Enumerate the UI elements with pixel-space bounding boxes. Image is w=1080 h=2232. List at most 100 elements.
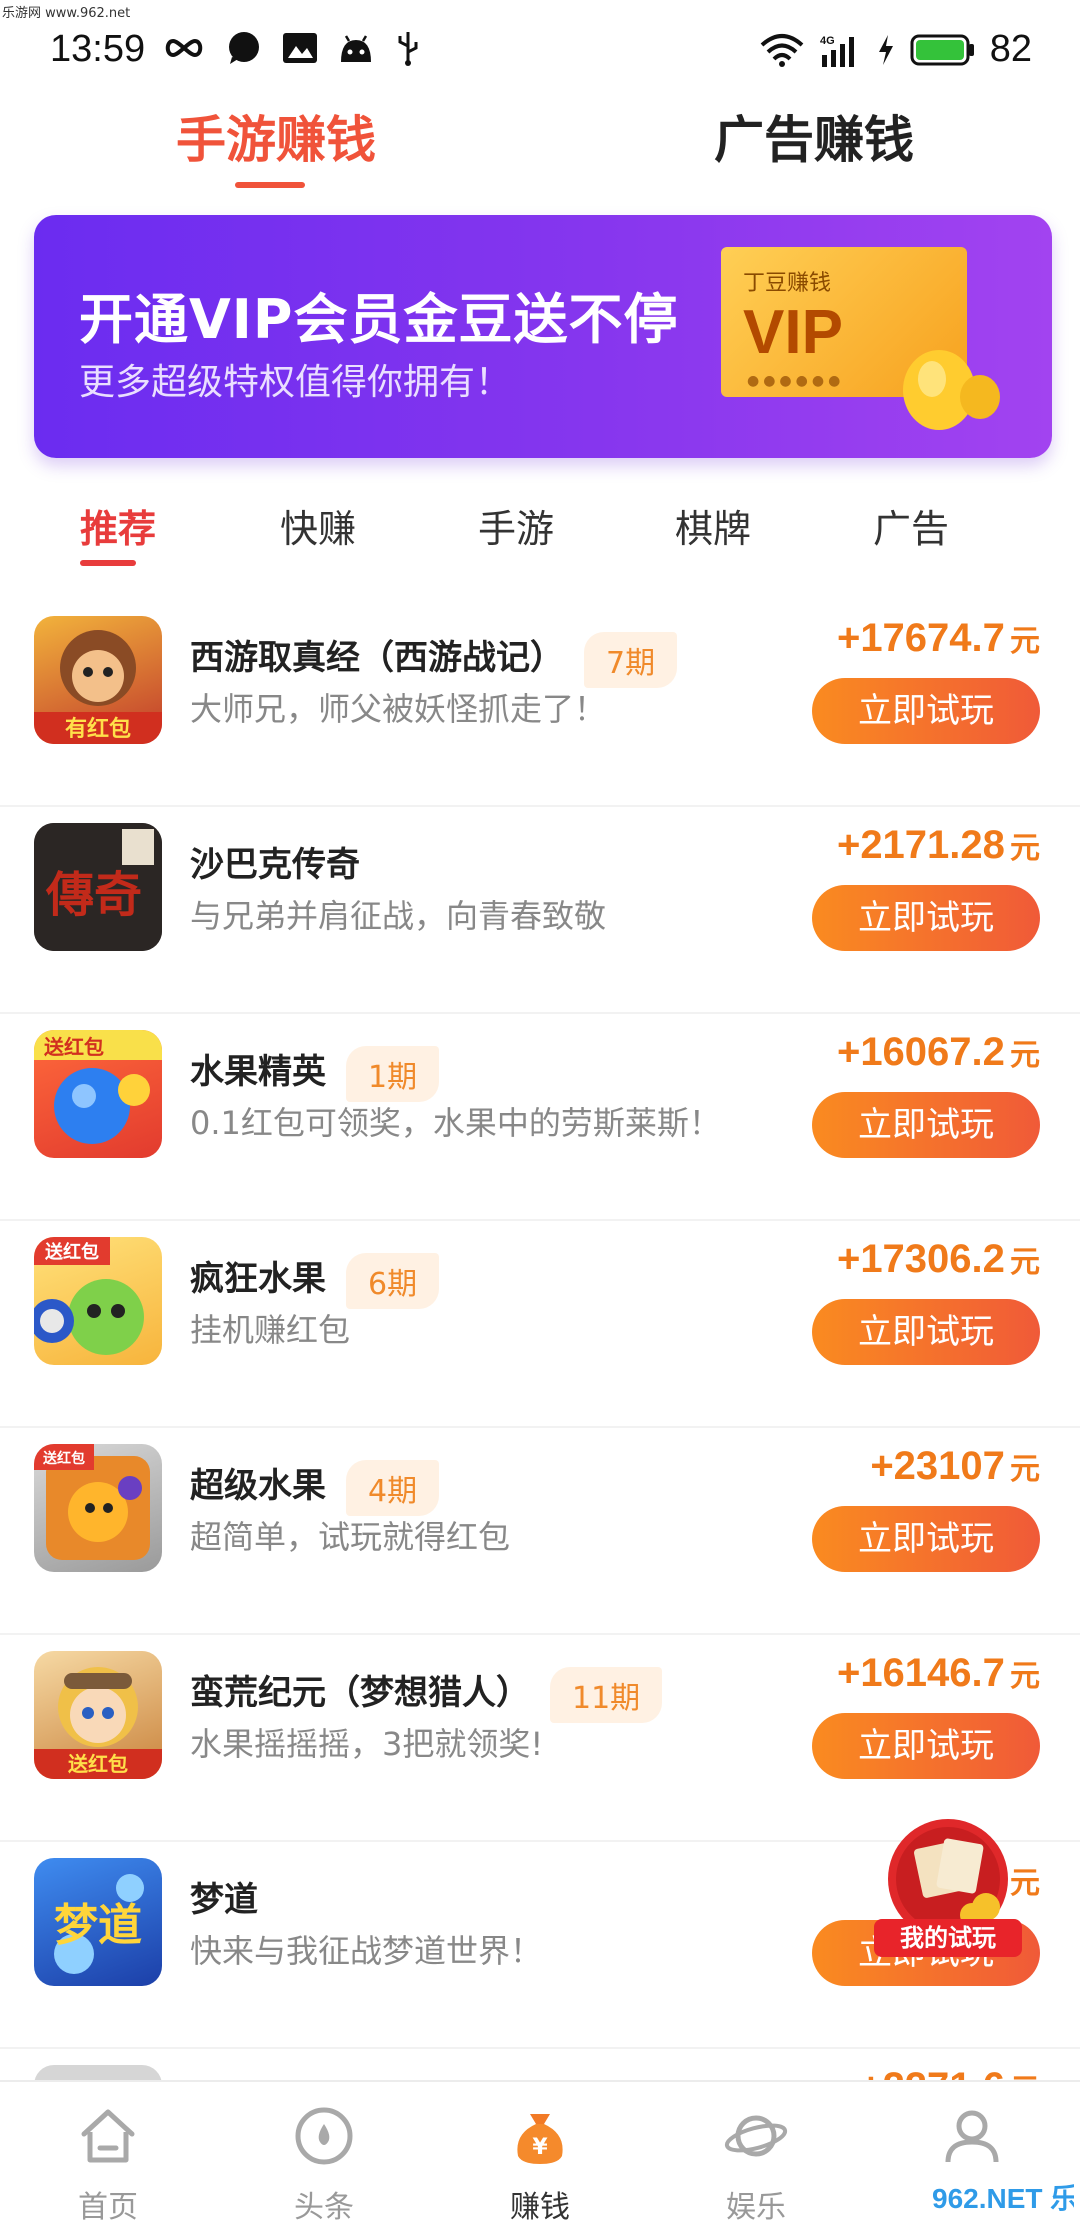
tab-card-games[interactable]: 棋牌 [675,498,751,553]
planet-icon [724,2115,788,2157]
game-description: 与兄弟并肩征战，向青春致敬 [190,897,607,935]
status-bar: 13:59 4G 82 [0,0,1080,100]
game-icon-shabake: 傳奇 [34,823,162,951]
network-type-label: 4G [820,35,835,47]
period-badge: 11期 [550,1666,663,1723]
battery-icon [910,34,974,65]
reward-value: +2171.28 [836,823,1005,867]
tab-ads[interactable]: 广告 [873,498,949,553]
game-list-item[interactable]: 送红包 超级水果 4期 超简单，试玩就得红包 +23107 元 立即试玩 [0,1428,1080,1635]
top-tab-bar: 手游赚钱 广告赚钱 [0,100,1080,200]
tab-mobile-game-earn[interactable]: 手游赚钱 [176,100,376,172]
nav-headlines[interactable]: 头条 [216,2082,432,2232]
game-name: 超级水果 4期 [190,1458,440,1516]
site-watermark-logo: 962.NET 乐游网 [924,2176,1074,2222]
game-name: 疯狂水果 6期 [190,1251,440,1309]
game-name: 西游取真经（西游战记） 7期 [190,630,678,688]
game-name: 水果精英 1期 [190,1044,440,1102]
banner-title: 开通VIP会员金豆送不停 [79,288,679,351]
try-now-button[interactable]: 立即试玩 [812,678,1040,744]
game-description: 大师兄，师父被妖怪抓走了！ [190,690,607,728]
android-icon [341,35,371,62]
try-now-button[interactable]: 立即试玩 [812,1713,1040,1779]
game-description: 快来与我征战梦道世界！ [190,1932,543,1970]
game-list-item[interactable]: 傳奇 沙巴克传奇 与兄弟并肩征战，向青春致敬 +2171.28 元 立即试玩 [0,807,1080,1014]
vip-card-dots: ●●●●●● [747,373,845,389]
reward-value: +17306.2 [836,1237,1005,1281]
reward-amount: +2171.28 元 [837,823,1040,868]
reward-unit: 元 [1010,1659,1040,1694]
game-icon-mengdao: 梦道 [34,1858,162,1986]
game-title: 水果精英 [190,1052,326,1092]
period-badge: 7期 [584,631,678,688]
system-icons: 4G 82 [760,28,1032,71]
reward-amount: +17674.7 元 [837,616,1040,661]
game-list-item[interactable]: 有红包 西游取真经（西游战记） 7期 大师兄，师父被妖怪抓走了！ +17674.7… [0,600,1080,807]
game-name: 蛮荒纪元（梦想猎人） 11期 [190,1665,663,1723]
vip-card-text: VIP [743,298,843,367]
period-badge: 6期 [346,1252,440,1309]
notification-icons [162,30,422,66]
reward-value: +17674.7 [836,616,1005,660]
reward-amount: +16067.2 元 [837,1030,1040,1075]
tab-quick-earn[interactable]: 快赚 [280,498,356,553]
nav-earn-money-label: 赚钱 [510,2190,570,2225]
category-tab-bar: 推荐 快赚 手游 棋牌 广告 [0,498,1080,568]
category-tab-indicator [80,560,136,566]
nav-home[interactable]: 首页 [0,2082,216,2232]
game-title: 疯狂水果 [190,1259,326,1299]
chat-bubble-icon [229,32,259,64]
game-description: 超简单，试玩就得红包 [190,1518,511,1556]
tab-mobile-games[interactable]: 手游 [478,498,554,553]
infinity-icon [165,38,203,58]
game-list-item[interactable]: 送红包 水果精英 1期 0.1红包可领奖，水果中的劳斯莱斯！ +16067.2 元… [0,1014,1080,1221]
svg-text:傳奇: 傳奇 [45,867,142,923]
tab-ad-earn[interactable]: 广告赚钱 [714,100,914,172]
game-description: 0.1红包可领奖，水果中的劳斯莱斯！ [190,1104,721,1142]
headline-icon [295,2107,353,2165]
game-icon-manhuang: 送红包 [34,1651,162,1779]
profile-icon [945,2110,999,2163]
reward-unit: 元 [1010,1245,1040,1280]
reward-unit: 元 [1010,624,1040,659]
tab-recommend[interactable]: 推荐 [80,498,156,553]
game-title: 蛮荒纪元（梦想猎人） [190,1673,530,1713]
nav-entertainment[interactable]: 娱乐 [648,2082,864,2232]
nav-earn-money[interactable]: ¥ 赚钱 [432,2082,648,2232]
my-trial-label: 我的试玩 [900,1924,996,1952]
svg-text:梦道: 梦道 [54,1900,142,1951]
home-icon [81,2109,135,2163]
svg-text:送红包: 送红包 [42,1450,85,1467]
game-title: 超级水果 [190,1466,326,1506]
reward-value: +16146.7 [836,1651,1005,1695]
my-trial-floating-button[interactable]: 我的试玩 [868,1815,1028,1965]
try-now-button[interactable]: 立即试玩 [812,1092,1040,1158]
nav-entertainment-label: 娱乐 [726,2190,786,2225]
nav-home-label: 首页 [78,2190,138,2225]
game-list-item[interactable]: 送红包 疯狂水果 6期 挂机赚红包 +17306.2 元 立即试玩 [0,1221,1080,1428]
battery-level: 82 [989,28,1032,70]
reward-amount: +17306.2 元 [837,1237,1040,1282]
game-name: 沙巴克传奇 [190,837,360,886]
try-now-button[interactable]: 立即试玩 [812,1506,1040,1572]
vip-card-label: 丁豆赚钱 [743,271,832,296]
period-badge: 1期 [346,1045,440,1102]
game-icon-crazy-fruit: 送红包 [34,1237,162,1365]
try-now-button[interactable]: 立即试玩 [812,885,1040,951]
bottom-nav: 首页 头条 ¥ 赚钱 娱乐 [0,2080,1080,2232]
game-list-item[interactable]: 送红包 蛮荒纪元（梦想猎人） 11期 水果摇摇摇，3把就领奖! +16146.7 … [0,1635,1080,1842]
signal-icon: 4G [820,35,854,67]
reward-value: +16067.2 [836,1030,1005,1074]
nav-headlines-label: 头条 [294,2190,354,2225]
game-description: 挂机赚红包 [190,1311,351,1349]
reward-amount: +23107 元 [870,1444,1040,1489]
svg-text:¥: ¥ [532,2135,548,2160]
reward-value: +23107 [870,1444,1005,1488]
vip-banner[interactable]: 开通VIP会员金豆送不停 更多超级特权值得你拥有！ 丁豆赚钱 VIP ●●●●●… [34,215,1052,458]
money-bag-icon: ¥ [517,2114,563,2164]
game-description: 水果摇摇摇，3把就领奖! [190,1725,544,1763]
wifi-icon [760,33,804,67]
game-title: 沙巴克传奇 [190,845,360,885]
try-now-button[interactable]: 立即试玩 [812,1299,1040,1365]
game-icon-xiyou: 有红包 [34,616,162,744]
